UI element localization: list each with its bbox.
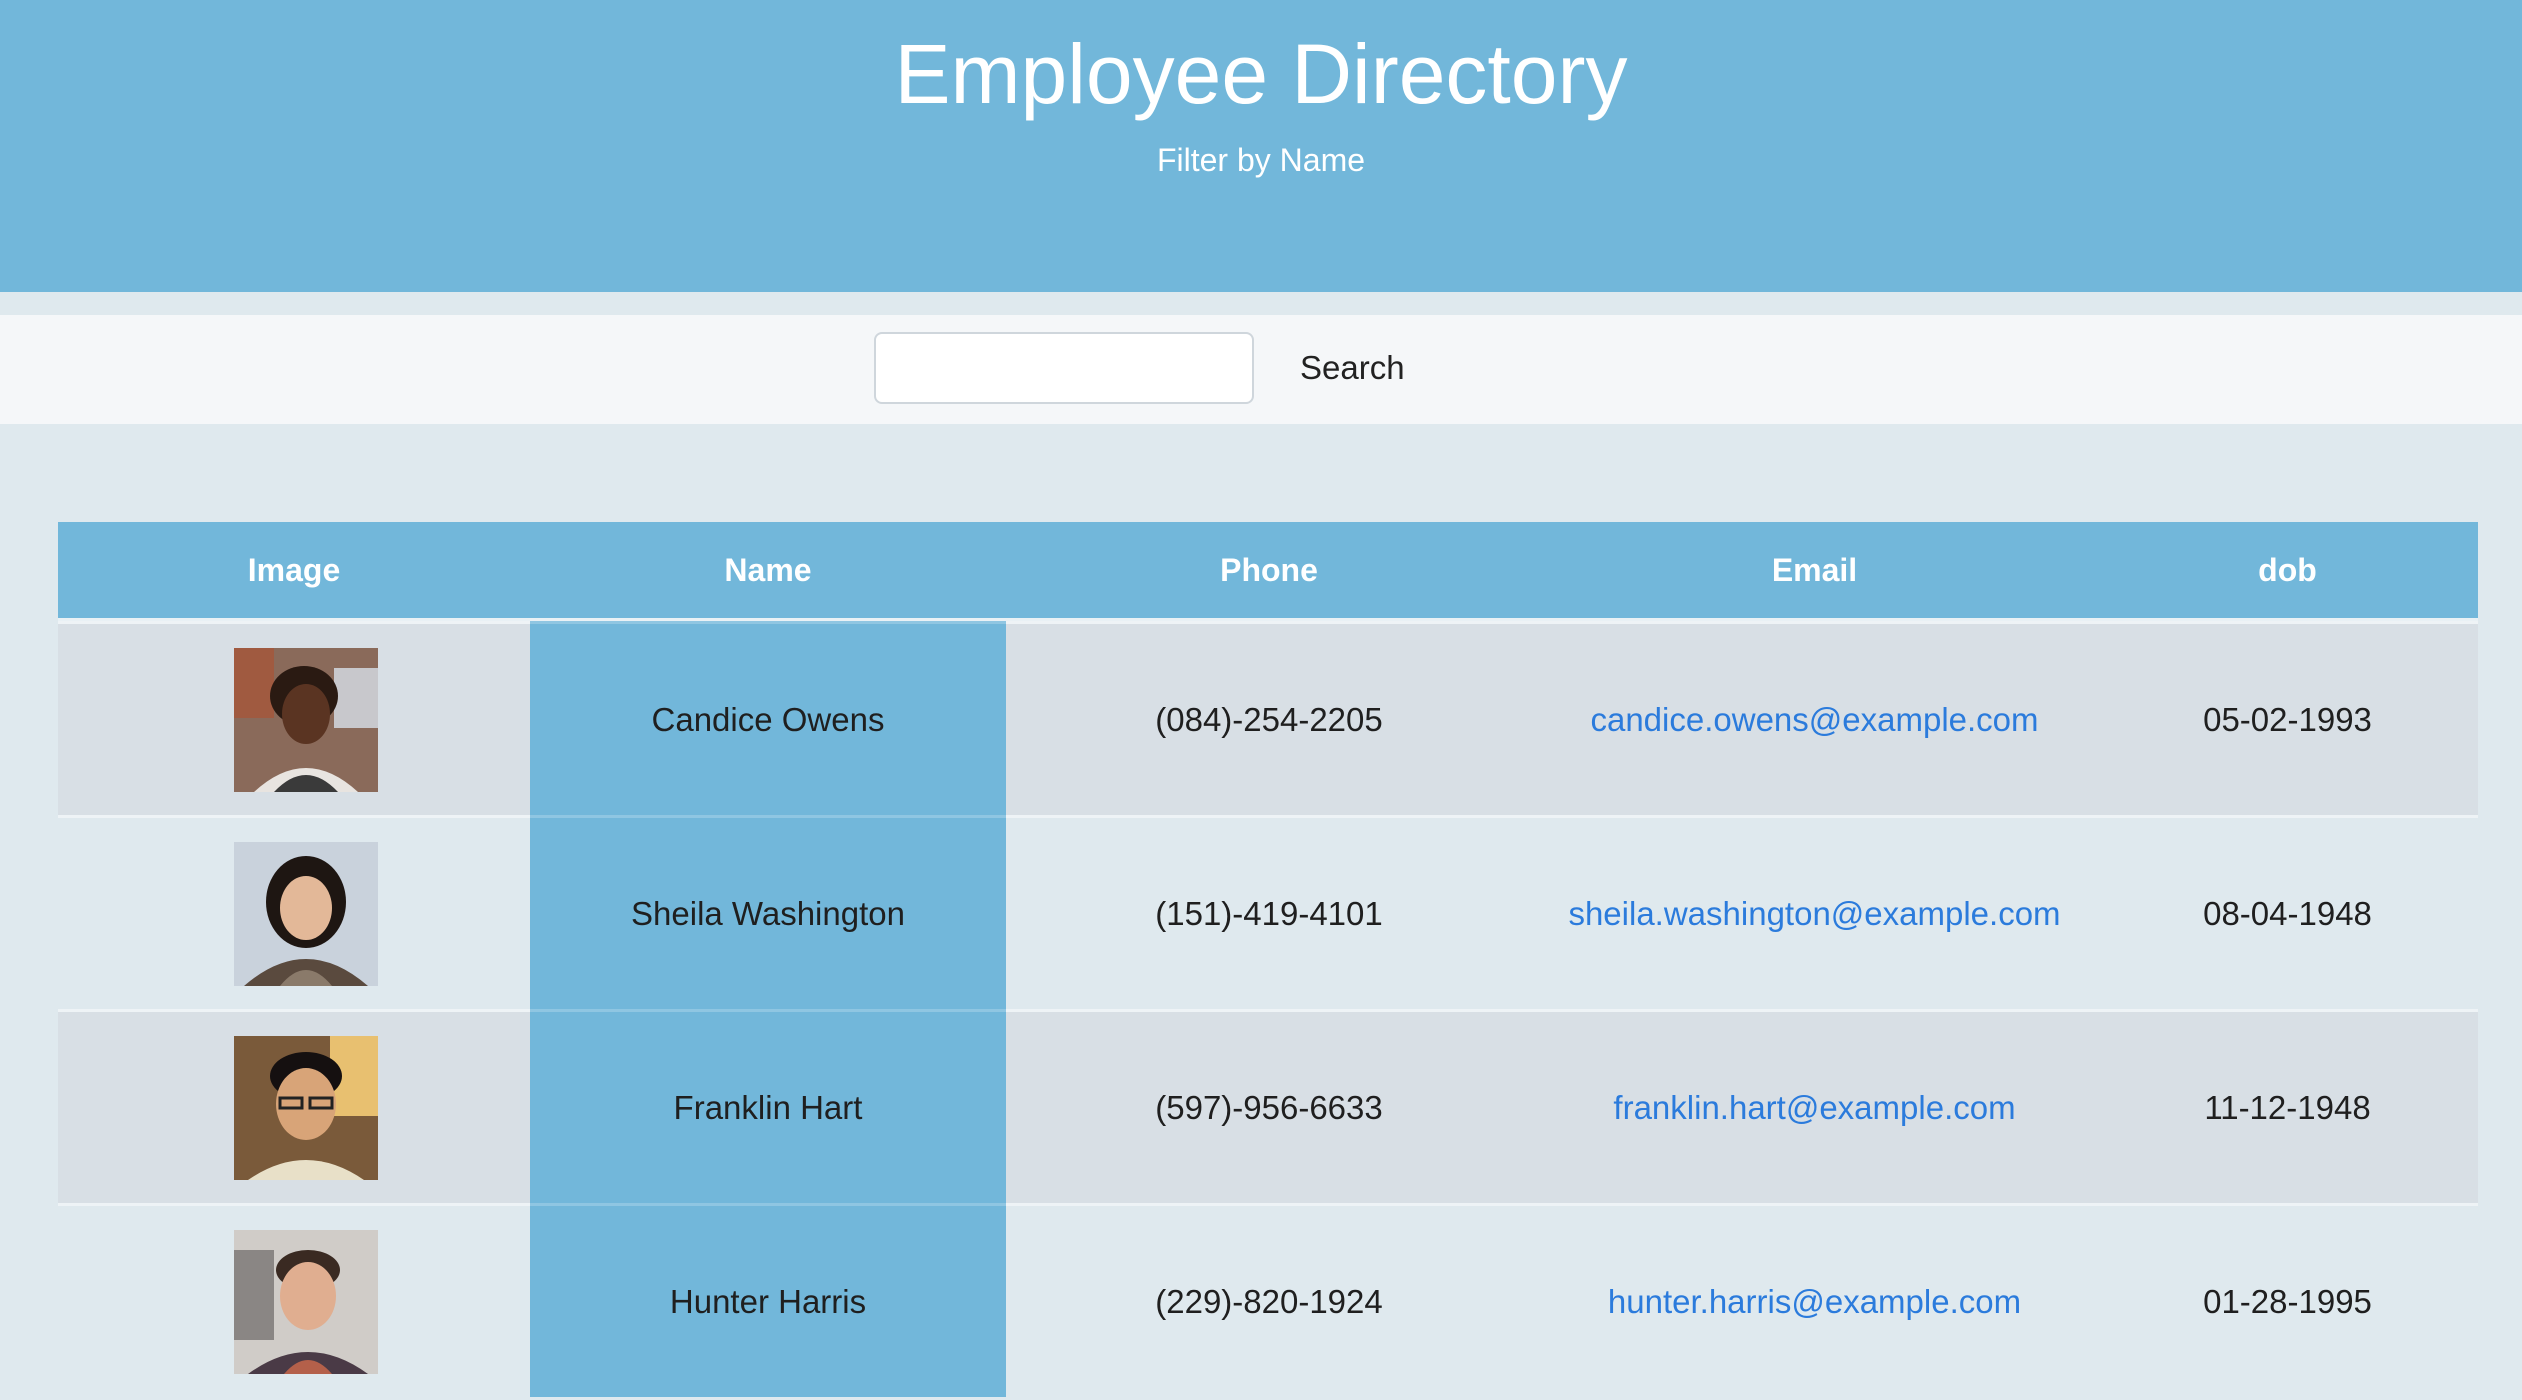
name-cell: Sheila Washington: [530, 815, 1006, 1009]
name-cell: Candice Owens: [530, 621, 1006, 815]
phone-cell: (229)-820-1924: [1006, 1203, 1532, 1397]
page-header: Employee Directory Filter by Name: [0, 0, 2522, 292]
column-header-image[interactable]: Image: [58, 522, 530, 621]
table-row: Candice Owens (084)-254-2205 candice.owe…: [58, 621, 2478, 815]
image-cell: [58, 1009, 530, 1203]
dob-cell: 01-28-1995: [2097, 1203, 2478, 1397]
email-cell: sheila.washington@example.com: [1532, 815, 2097, 1009]
employee-table: Image Name Phone Email dob Candice Owens…: [58, 522, 2478, 1397]
email-link[interactable]: sheila.washington@example.com: [1568, 895, 2060, 932]
page-title: Employee Directory: [894, 27, 1628, 121]
dob-cell: 05-02-1993: [2097, 621, 2478, 815]
search-button[interactable]: Search: [1282, 332, 1423, 404]
avatar: [234, 1035, 378, 1180]
table-row: Hunter Harris (229)-820-1924 hunter.harr…: [58, 1203, 2478, 1397]
email-link[interactable]: hunter.harris@example.com: [1608, 1283, 2021, 1320]
avatar: [234, 647, 378, 792]
dob-cell: 08-04-1948: [2097, 815, 2478, 1009]
table-row: Sheila Washington (151)-419-4101 sheila.…: [58, 815, 2478, 1009]
email-cell: candice.owens@example.com: [1532, 621, 2097, 815]
table-header: Image Name Phone Email dob: [58, 522, 2478, 621]
employee-table-container: Image Name Phone Email dob Candice Owens…: [58, 522, 2478, 1397]
avatar: [234, 1229, 378, 1374]
email-cell: franklin.hart@example.com: [1532, 1009, 2097, 1203]
phone-cell: (151)-419-4101: [1006, 815, 1532, 1009]
column-header-name[interactable]: Name: [530, 522, 1006, 621]
column-header-email[interactable]: Email: [1532, 522, 2097, 621]
search-bar: Search: [0, 315, 2522, 424]
email-cell: hunter.harris@example.com: [1532, 1203, 2097, 1397]
email-link[interactable]: candice.owens@example.com: [1590, 701, 2038, 738]
avatar: [234, 841, 378, 986]
column-header-phone[interactable]: Phone: [1006, 522, 1532, 621]
email-link[interactable]: franklin.hart@example.com: [1613, 1089, 2015, 1126]
column-header-dob[interactable]: dob: [2097, 522, 2478, 621]
search-input[interactable]: [874, 332, 1254, 404]
image-cell: [58, 815, 530, 1009]
phone-cell: (597)-956-6633: [1006, 1009, 1532, 1203]
table-row: Franklin Hart (597)-956-6633 franklin.ha…: [58, 1009, 2478, 1203]
name-cell: Hunter Harris: [530, 1203, 1006, 1397]
image-cell: [58, 621, 530, 815]
page-subtitle: Filter by Name: [1156, 142, 1366, 178]
name-cell: Franklin Hart: [530, 1009, 1006, 1203]
dob-cell: 11-12-1948: [2097, 1009, 2478, 1203]
phone-cell: (084)-254-2205: [1006, 621, 1532, 815]
image-cell: [58, 1203, 530, 1397]
